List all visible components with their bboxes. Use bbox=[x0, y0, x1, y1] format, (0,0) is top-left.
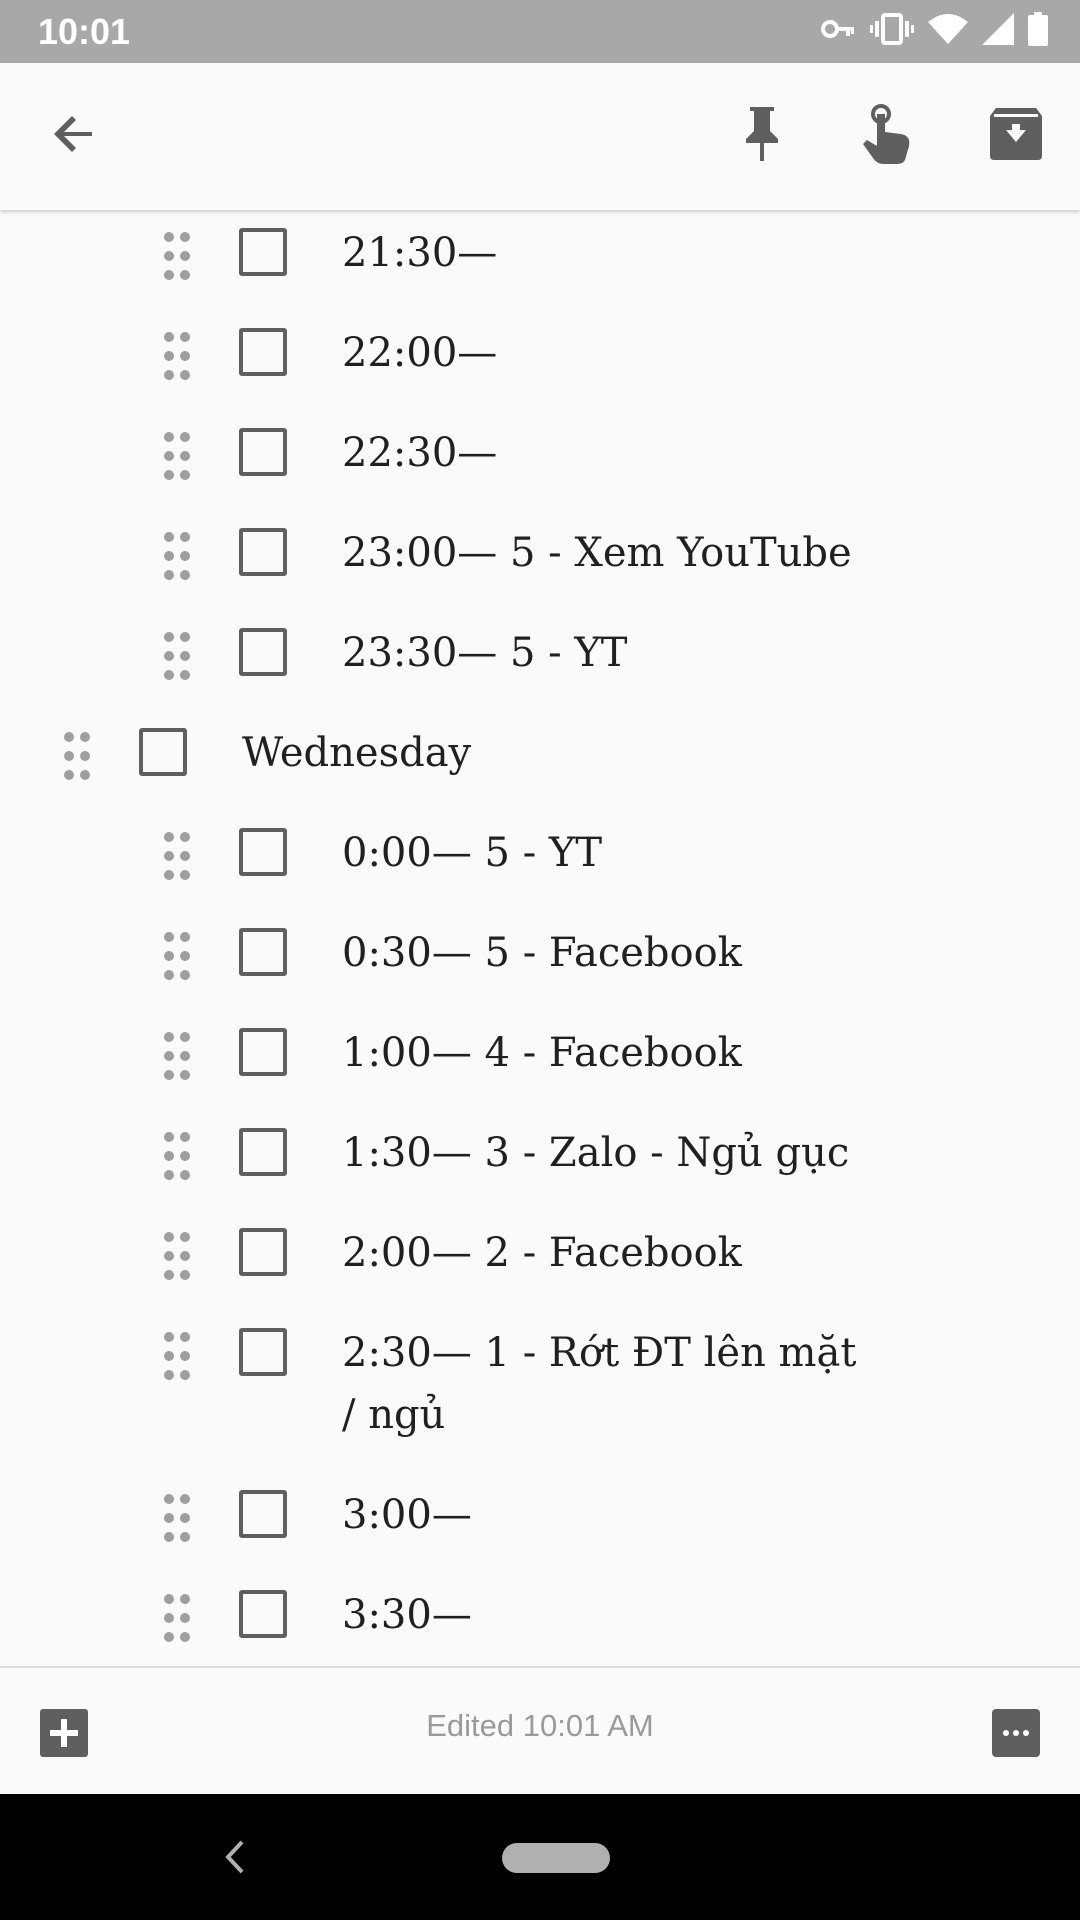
checkbox[interactable] bbox=[239, 828, 287, 876]
checkbox[interactable] bbox=[239, 328, 287, 376]
drag-handle-icon[interactable] bbox=[164, 1332, 194, 1380]
archive-icon bbox=[990, 107, 1042, 165]
more-horizontal-icon[interactable] bbox=[992, 1709, 1040, 1757]
drag-handle-icon[interactable] bbox=[164, 432, 194, 480]
battery-icon bbox=[1028, 12, 1048, 51]
checkbox[interactable] bbox=[239, 528, 287, 576]
wifi-icon bbox=[928, 14, 968, 49]
vpn-key-icon bbox=[820, 17, 856, 46]
drag-handle-icon[interactable] bbox=[64, 732, 94, 780]
checkbox[interactable] bbox=[239, 1328, 287, 1376]
checklist-item-text[interactable]: 21:30— bbox=[342, 222, 882, 284]
checkbox[interactable] bbox=[239, 1590, 287, 1638]
checkbox[interactable] bbox=[239, 628, 287, 676]
pin-icon bbox=[742, 106, 782, 166]
bottom-bar: Edited 10:01 AM bbox=[0, 1666, 1080, 1794]
reminder-button[interactable] bbox=[858, 103, 918, 169]
drag-handle-icon[interactable] bbox=[164, 1494, 194, 1542]
status-time: 10:01 bbox=[38, 10, 131, 52]
checkbox[interactable] bbox=[239, 428, 287, 476]
checkbox[interactable] bbox=[239, 1490, 287, 1538]
drag-handle-icon[interactable] bbox=[164, 1232, 194, 1280]
cell-signal-icon bbox=[982, 13, 1014, 50]
reminder-icon bbox=[861, 103, 915, 169]
checkbox[interactable] bbox=[239, 1128, 287, 1176]
checklist-item-text[interactable]: 22:00— bbox=[342, 322, 882, 384]
checklist-item-text[interactable]: 0:30— 5 - Facebook bbox=[342, 922, 882, 984]
checklist-item-text[interactable]: 3:00— bbox=[342, 1484, 882, 1546]
drag-handle-icon[interactable] bbox=[164, 332, 194, 380]
app-bar bbox=[0, 63, 1080, 210]
checklist-item-text[interactable]: 2:00— 2 - Facebook bbox=[342, 1222, 882, 1284]
edited-timestamp: Edited 10:01 AM bbox=[426, 1708, 654, 1743]
checklist-item-text[interactable]: 23:30— 5 - YT bbox=[342, 622, 882, 684]
drag-handle-icon[interactable] bbox=[164, 932, 194, 980]
drag-handle-icon[interactable] bbox=[164, 832, 194, 880]
checklist-item-text[interactable]: 2:30— 1 - Rớt ĐT lên mặt / ngủ bbox=[342, 1322, 882, 1446]
drag-handle-icon[interactable] bbox=[164, 1032, 194, 1080]
nav-back-icon[interactable] bbox=[220, 1834, 250, 1880]
checklist-item-text[interactable]: 3:30— bbox=[342, 1584, 882, 1646]
checklist-item-text[interactable]: Wednesday bbox=[242, 722, 782, 784]
back-button[interactable] bbox=[44, 106, 104, 166]
checkbox[interactable] bbox=[239, 928, 287, 976]
drag-handle-icon[interactable] bbox=[164, 232, 194, 280]
drag-handle-icon[interactable] bbox=[164, 532, 194, 580]
checklist-item-text[interactable]: 0:00— 5 - YT bbox=[342, 822, 882, 884]
checkbox[interactable] bbox=[239, 1228, 287, 1276]
home-pill-icon[interactable] bbox=[502, 1843, 610, 1873]
checklist: 21:30— 22:00— 22:30— 23:00— 5 - Xem YouTube… bbox=[0, 210, 1080, 1666]
arrow-back-icon bbox=[50, 110, 98, 163]
checkbox[interactable] bbox=[239, 1028, 287, 1076]
drag-handle-icon[interactable] bbox=[164, 1594, 194, 1642]
checklist-item-text[interactable]: 22:30— bbox=[342, 422, 882, 484]
status-bar: 10:01 bbox=[0, 0, 1080, 63]
checkbox[interactable] bbox=[239, 228, 287, 276]
archive-button[interactable] bbox=[986, 106, 1046, 166]
checklist-item-text[interactable]: 1:30— 3 - Zalo - Ngủ gục bbox=[342, 1122, 882, 1184]
checklist-item-text[interactable]: 23:00— 5 - Xem YouTube bbox=[342, 522, 882, 584]
drag-handle-icon[interactable] bbox=[164, 632, 194, 680]
drag-handle-icon[interactable] bbox=[164, 1132, 194, 1180]
pin-button[interactable] bbox=[732, 106, 792, 166]
checkbox[interactable] bbox=[139, 728, 187, 776]
status-icons bbox=[820, 12, 1048, 51]
vibrate-icon bbox=[870, 13, 914, 50]
checklist-item-text[interactable]: 1:00— 4 - Facebook bbox=[342, 1022, 882, 1084]
